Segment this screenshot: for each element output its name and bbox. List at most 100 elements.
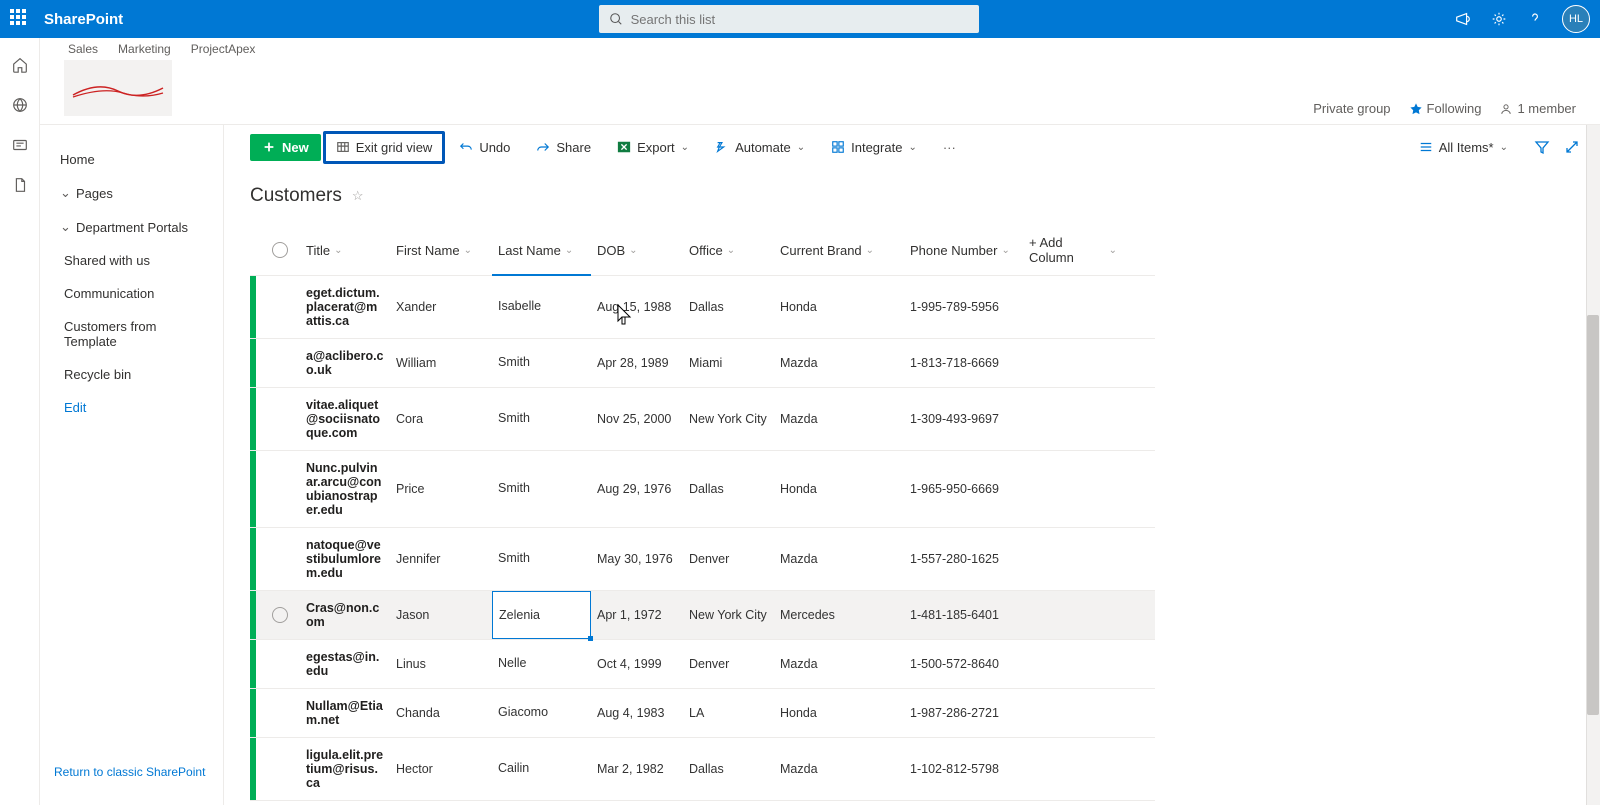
cell-brand[interactable]: Mazda <box>774 388 904 450</box>
cell-first-name[interactable]: Price <box>390 451 492 527</box>
hub-link[interactable]: ProjectApex <box>191 42 256 56</box>
cell-office[interactable]: Dallas <box>683 276 774 338</box>
cell-last-name[interactable]: Smith <box>492 388 591 450</box>
table-row[interactable]: Nullam@Etiam.netChandaGiacomoAug 4, 1983… <box>250 689 1155 738</box>
search-box[interactable] <box>599 5 979 33</box>
settings-icon[interactable] <box>1490 10 1508 28</box>
cell-title[interactable]: Nullam@Etiam.net <box>300 689 390 737</box>
export-button[interactable]: Export ⌄ <box>605 134 701 161</box>
cell-brand[interactable]: Mercedes <box>774 591 904 639</box>
cell-first-name[interactable]: Linus <box>390 640 492 688</box>
help-icon[interactable] <box>1526 10 1544 28</box>
nav-edit[interactable]: Edit <box>40 391 223 424</box>
cell-title[interactable]: eget.dictum.placerat@mattis.ca <box>300 276 390 338</box>
cell-dob[interactable]: Nov 25, 2000 <box>591 388 683 450</box>
share-button[interactable]: Share <box>524 134 603 161</box>
cell-dob[interactable]: Aug 4, 1983 <box>591 689 683 737</box>
select-all[interactable] <box>260 225 300 275</box>
cell-phone[interactable]: 1-965-950-6669 <box>904 451 1023 527</box>
cell-office[interactable]: Dallas <box>683 738 774 800</box>
cell-brand[interactable]: Honda <box>774 689 904 737</box>
cell-first-name[interactable]: William <box>390 339 492 387</box>
table-row[interactable]: Cras@non.comJasonZeleniaApr 1, 1972New Y… <box>250 591 1155 640</box>
cell-title[interactable]: ligula.elit.pretium@risus.ca <box>300 738 390 800</box>
col-phone[interactable]: Phone Number⌄ <box>904 225 1023 275</box>
row-select[interactable] <box>260 591 300 639</box>
cell-last-name[interactable]: Smith <box>492 528 591 590</box>
cell-brand[interactable]: Honda <box>774 276 904 338</box>
cell-dob[interactable]: Oct 4, 1999 <box>591 640 683 688</box>
cell-brand[interactable]: Honda <box>774 451 904 527</box>
undo-button[interactable]: Undo <box>447 134 522 161</box>
nav-dept-portals[interactable]: ⌄Department Portals <box>40 210 223 244</box>
cell-brand[interactable]: Mazda <box>774 528 904 590</box>
cell-office[interactable]: Dallas <box>683 451 774 527</box>
cell-first-name[interactable]: Hector <box>390 738 492 800</box>
home-icon[interactable] <box>11 56 29 74</box>
cell-last-name[interactable]: Isabelle <box>492 276 591 338</box>
hub-link[interactable]: Sales <box>68 42 98 56</box>
table-row[interactable]: ligula.elit.pretium@risus.caHectorCailin… <box>250 738 1155 801</box>
search-input[interactable] <box>631 12 969 27</box>
cell-first-name[interactable]: Chanda <box>390 689 492 737</box>
scrollbar-thumb[interactable] <box>1587 315 1599 715</box>
row-select[interactable] <box>260 388 300 450</box>
cell-first-name[interactable]: Xander <box>390 276 492 338</box>
table-row[interactable]: egestas@in.eduLinusNelleOct 4, 1999Denve… <box>250 640 1155 689</box>
col-office[interactable]: Office⌄ <box>683 225 774 275</box>
row-select[interactable] <box>260 738 300 800</box>
filter-icon[interactable] <box>1534 139 1550 155</box>
exit-grid-view-button[interactable]: Exit grid view <box>323 131 446 164</box>
nav-customers-template[interactable]: Customers from Template <box>40 310 223 358</box>
cell-last-name[interactable]: Smith <box>492 451 591 527</box>
nav-home[interactable]: Home <box>40 143 223 176</box>
col-title[interactable]: Title⌄ <box>300 225 390 275</box>
cell-phone[interactable]: 1-309-493-9697 <box>904 388 1023 450</box>
cell-office[interactable]: Denver <box>683 528 774 590</box>
cell-title[interactable]: egestas@in.edu <box>300 640 390 688</box>
table-row[interactable]: vitae.aliquet@sociisnatoque.comCoraSmith… <box>250 388 1155 451</box>
cell-dob[interactable]: Aug 15, 1988 <box>591 276 683 338</box>
cell-dob[interactable]: May 30, 1976 <box>591 528 683 590</box>
megaphone-icon[interactable] <box>1454 10 1472 28</box>
cell-office[interactable]: LA <box>683 689 774 737</box>
more-button[interactable]: ··· <box>931 134 968 161</box>
cell-last-name[interactable]: Giacomo <box>492 689 591 737</box>
scrollbar-track[interactable] <box>1586 125 1600 805</box>
cell-dob[interactable]: Aug 29, 1976 <box>591 451 683 527</box>
cell-phone[interactable]: 1-102-812-5798 <box>904 738 1023 800</box>
cell-phone[interactable]: 1-557-280-1625 <box>904 528 1023 590</box>
automate-button[interactable]: Automate ⌄ <box>703 134 817 161</box>
row-select[interactable] <box>260 640 300 688</box>
cell-first-name[interactable]: Jennifer <box>390 528 492 590</box>
nav-communication[interactable]: Communication <box>40 277 223 310</box>
cell-phone[interactable]: 1-481-185-6401 <box>904 591 1023 639</box>
cell-brand[interactable]: Mazda <box>774 339 904 387</box>
files-icon[interactable] <box>11 176 29 194</box>
user-avatar[interactable]: HL <box>1562 5 1590 33</box>
news-icon[interactable] <box>11 136 29 154</box>
cell-title[interactable]: Nunc.pulvinar.arcu@conubianostraper.edu <box>300 451 390 527</box>
row-select[interactable] <box>260 689 300 737</box>
cell-office[interactable]: New York City <box>683 388 774 450</box>
cell-brand[interactable]: Mazda <box>774 640 904 688</box>
table-row[interactable]: a@aclibero.co.ukWilliamSmithApr 28, 1989… <box>250 339 1155 388</box>
integrate-button[interactable]: Integrate ⌄ <box>819 134 929 161</box>
add-column-button[interactable]: + Add Column⌄ <box>1023 225 1123 275</box>
view-selector[interactable]: All Items* ⌄ <box>1407 134 1520 161</box>
table-row[interactable]: eget.dictum.placerat@mattis.caXanderIsab… <box>250 276 1155 339</box>
nav-pages[interactable]: ⌄Pages <box>40 176 223 210</box>
cell-phone[interactable]: 1-987-286-2721 <box>904 689 1023 737</box>
cell-office[interactable]: Denver <box>683 640 774 688</box>
cell-first-name[interactable]: Cora <box>390 388 492 450</box>
favorite-star-icon[interactable]: ☆ <box>352 188 364 204</box>
following-button[interactable]: Following <box>1409 101 1482 116</box>
col-dob[interactable]: DOB⌄ <box>591 225 683 275</box>
col-first-name[interactable]: First Name⌄ <box>390 225 492 275</box>
cell-title[interactable]: natoque@vestibulumlorem.edu <box>300 528 390 590</box>
expand-icon[interactable] <box>1564 139 1580 155</box>
cell-title[interactable]: vitae.aliquet@sociisnatoque.com <box>300 388 390 450</box>
cell-dob[interactable]: Apr 1, 1972 <box>591 591 683 639</box>
members-button[interactable]: 1 member <box>1499 101 1576 116</box>
row-select[interactable] <box>260 276 300 338</box>
